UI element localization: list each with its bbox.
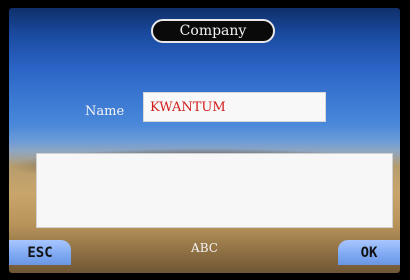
text-entry-area[interactable]: [36, 153, 393, 228]
page-title: Company: [151, 19, 275, 43]
name-label: Name: [85, 104, 125, 119]
esc-button[interactable]: ESC: [9, 240, 71, 265]
ok-button[interactable]: OK: [338, 240, 400, 265]
name-input[interactable]: KWANTUM: [143, 92, 326, 122]
device-screen: Company Name KWANTUM ABC: [9, 8, 400, 273]
